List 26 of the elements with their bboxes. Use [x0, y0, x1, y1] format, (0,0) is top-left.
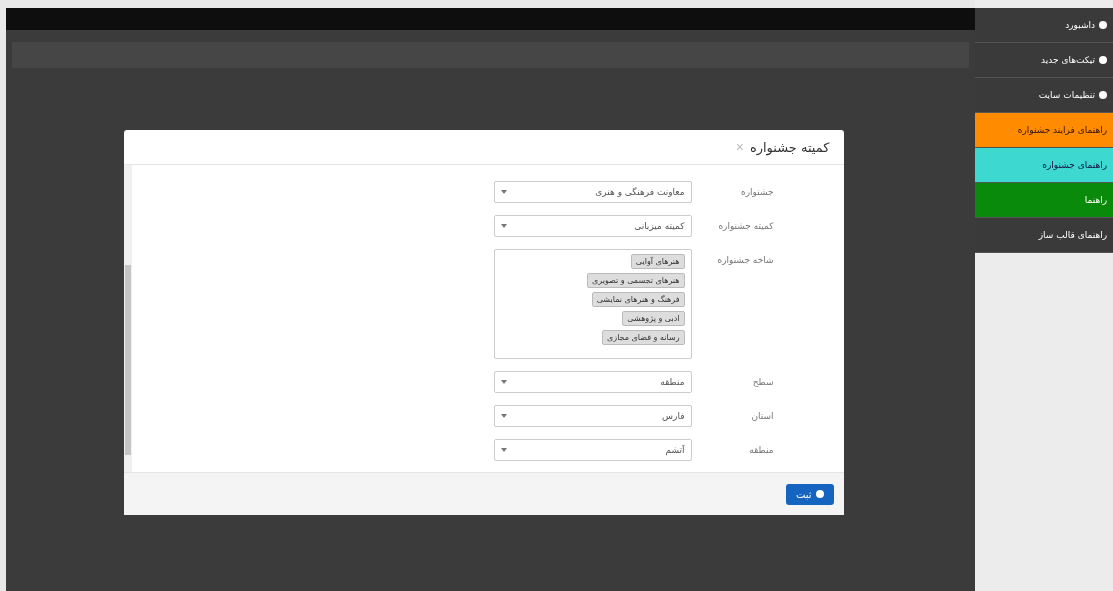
- submit-button[interactable]: ثبت: [785, 483, 834, 505]
- field-label: استان: [750, 410, 774, 421]
- select-field[interactable]: آتشم: [493, 439, 692, 461]
- sidebar-item[interactable]: تیکت‌های جدید: [975, 43, 1113, 78]
- tag[interactable]: هنرهای آوایی: [630, 254, 685, 269]
- field-label: سطح: [751, 376, 774, 387]
- sidebar-item[interactable]: راهنما: [975, 183, 1113, 218]
- select-field[interactable]: منطقه: [493, 371, 692, 393]
- tag[interactable]: رسانه و فضای مجازی: [602, 330, 685, 345]
- modal-title: کمیته جشنواره: [749, 139, 830, 155]
- tag[interactable]: هنرهای تجسمی و تصویری: [587, 273, 685, 288]
- sidebar-item[interactable]: راهنمای قالب ساز: [975, 218, 1113, 253]
- select-field[interactable]: فارس: [493, 405, 692, 427]
- tag[interactable]: فرهنگ و هنرهای نمایشی: [591, 292, 685, 307]
- field-label: جشنواره: [739, 186, 774, 197]
- select-field[interactable]: کمیته میزبانی: [493, 215, 692, 237]
- tag[interactable]: ادبی و پژوهشی: [622, 311, 685, 326]
- field-label: شاخه جشنواره: [716, 254, 774, 265]
- sidebar-item[interactable]: راهنمای فرایند جشنواره: [975, 113, 1113, 148]
- sidebar-item[interactable]: داشبورد: [975, 8, 1113, 43]
- sidebar-item[interactable]: تنظیمات سایت: [975, 78, 1113, 113]
- select-field[interactable]: معاونت فرهنگی و هنری: [493, 181, 692, 203]
- field-label: منطقه: [748, 444, 774, 455]
- sidebar-item[interactable]: راهنمای جشنواره: [975, 148, 1113, 183]
- field-label: کمیته جشنواره: [717, 220, 774, 231]
- tag-input-field[interactable]: هنرهای آوایی هنرهای تجسمی و تصویری فرهنگ و هنرهای نمایشی ادبی و پژوهشی رسانه و فضای مجازی: [493, 249, 692, 359]
